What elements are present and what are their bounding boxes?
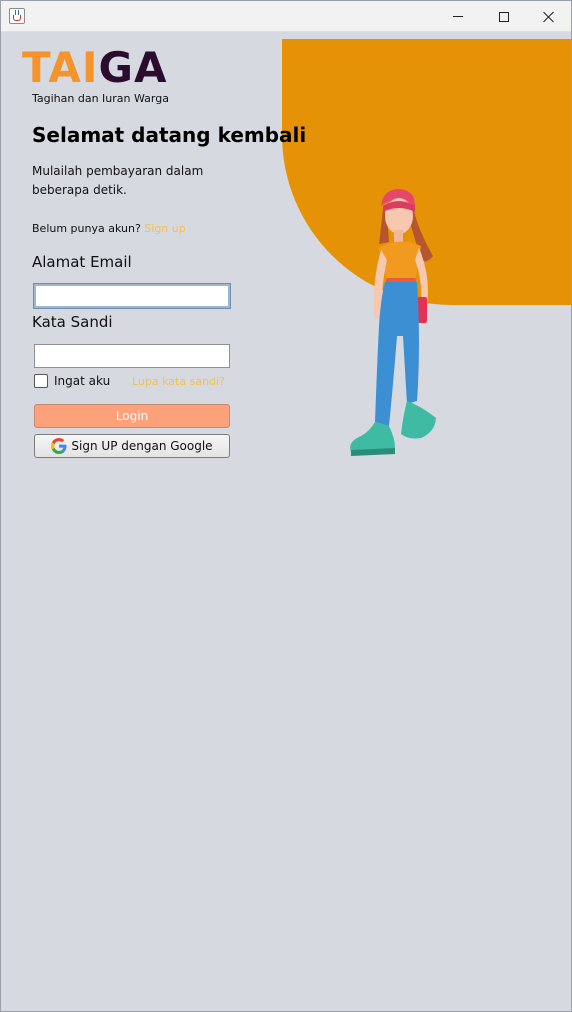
email-field[interactable] <box>33 283 231 309</box>
minimize-icon <box>453 16 463 17</box>
page-subtitle: Mulailah pembayaran dalam beberapa detik… <box>32 164 204 197</box>
signup-prompt-text: Belum punya akun? <box>32 222 141 235</box>
remember-checkbox[interactable] <box>34 374 48 388</box>
minimize-button[interactable] <box>435 1 481 32</box>
maximize-button[interactable] <box>481 1 527 32</box>
google-icon <box>51 438 67 454</box>
password-label: Kata Sandi <box>32 313 113 331</box>
remember-label: Ingat aku <box>54 374 111 388</box>
maximize-icon <box>499 11 509 22</box>
title-bar <box>1 1 571 32</box>
app-window: TAIGA Tagihan dan Iuran Warga Selamat da… <box>0 0 572 1012</box>
google-button-label: Sign UP dengan Google <box>71 439 213 453</box>
woman-illustration <box>350 189 436 456</box>
page-title: Selamat datang kembali <box>32 123 307 147</box>
logo-tagline: Tagihan dan Iuran Warga <box>32 92 169 105</box>
login-button[interactable]: Login <box>34 404 230 428</box>
remember-me[interactable]: Ingat aku <box>34 373 110 389</box>
password-field[interactable] <box>34 344 230 368</box>
forgot-password-link[interactable]: Lupa kata sandi? <box>132 375 225 388</box>
signup-prompt: Belum punya akun? Sign up <box>32 222 186 235</box>
google-signup-button[interactable]: Sign UP dengan Google <box>34 434 230 458</box>
close-icon <box>543 11 555 23</box>
email-label: Alamat Email <box>32 253 132 271</box>
close-button[interactable] <box>526 1 571 32</box>
signup-link[interactable]: Sign up <box>144 222 185 235</box>
taiga-logo: TAIGA <box>22 43 168 92</box>
java-app-icon <box>9 8 25 24</box>
